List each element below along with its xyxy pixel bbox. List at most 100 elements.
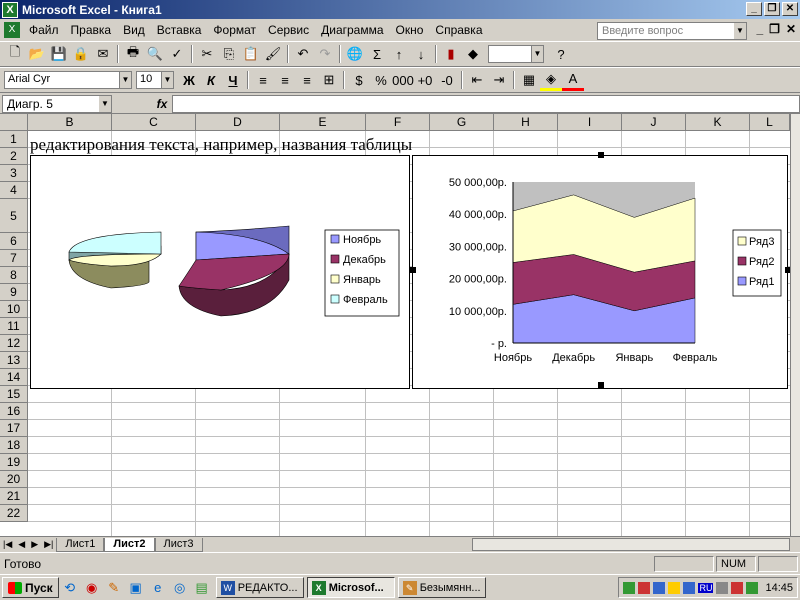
col-header-g[interactable]: G (430, 114, 494, 131)
row-header-20[interactable]: 20 (0, 471, 28, 488)
taskbar-button-paint[interactable]: ✎ Безымянн... (397, 577, 486, 598)
row-header-16[interactable]: 16 (0, 403, 28, 420)
italic-button[interactable]: К (200, 69, 222, 91)
tray-icon-6[interactable] (716, 581, 729, 594)
align-left-icon[interactable]: ≡ (252, 69, 274, 91)
thousands-icon[interactable]: 000 (392, 69, 414, 91)
minimize-button[interactable]: _ (746, 2, 762, 16)
maximize-button[interactable]: ❐ (764, 2, 780, 16)
row-header-10[interactable]: 10 (0, 301, 28, 318)
col-header-e[interactable]: E (280, 114, 366, 131)
row-header-21[interactable]: 21 (0, 488, 28, 505)
col-header-d[interactable]: D (196, 114, 280, 131)
sort-asc-icon[interactable]: ↑ (388, 43, 410, 65)
chevron-down-icon[interactable]: ▼ (99, 95, 111, 112)
area-legend[interactable]: Ряд3 Ряд2 Ряд1 (732, 229, 782, 297)
menu-view[interactable]: Вид (117, 23, 151, 37)
autosum-icon[interactable]: Σ (366, 43, 388, 65)
row-header-5[interactable]: 5 (0, 199, 28, 233)
help-search-input[interactable]: Введите вопрос ▼ (597, 22, 747, 40)
last-sheet-icon[interactable]: ▶| (41, 539, 56, 550)
help-icon[interactable]: ? (550, 43, 572, 65)
decrease-indent-icon[interactable]: ⇤ (466, 69, 488, 91)
fx-icon[interactable]: fx (152, 97, 172, 111)
merge-center-icon[interactable]: ⊞ (318, 69, 340, 91)
tray-icon-2[interactable] (638, 581, 651, 594)
chevron-down-icon[interactable]: ▼ (161, 72, 173, 88)
increase-indent-icon[interactable]: ⇥ (488, 69, 510, 91)
drawing-icon[interactable]: ◆ (462, 43, 484, 65)
percent-icon[interactable]: % (370, 69, 392, 91)
taskbar-button-word[interactable]: W РЕДАКТО... (215, 577, 304, 598)
chevron-down-icon[interactable]: ▼ (531, 46, 543, 62)
hyperlink-icon[interactable]: 🌐 (344, 43, 366, 65)
menu-help[interactable]: Справка (429, 23, 488, 37)
decrease-decimal-icon[interactable]: -0 (436, 69, 458, 91)
zoom-combo[interactable]: ▼ (488, 45, 544, 63)
quicklaunch-icon-6[interactable]: ▤ (191, 577, 213, 599)
underline-button[interactable]: Ч (222, 69, 244, 91)
doc-restore-button[interactable]: ❐ (769, 22, 780, 36)
workbook-icon[interactable]: X (4, 22, 20, 38)
menu-window[interactable]: Окно (390, 23, 430, 37)
row-header-1[interactable]: 1 (0, 131, 28, 148)
fill-color-icon[interactable]: ◈ (540, 69, 562, 91)
tray-icon-3[interactable] (653, 581, 666, 594)
cut-icon[interactable]: ✂ (196, 43, 218, 65)
quicklaunch-icon-5[interactable]: ◎ (169, 577, 191, 599)
quicklaunch-icon-1[interactable]: ⟲ (59, 577, 81, 599)
taskbar-button-excel[interactable]: X Microsof... (306, 577, 395, 598)
formula-input[interactable] (172, 94, 800, 113)
col-header-h[interactable]: H (494, 114, 558, 131)
bold-button[interactable]: Ж (178, 69, 200, 91)
col-header-f[interactable]: F (366, 114, 430, 131)
row-header-18[interactable]: 18 (0, 437, 28, 454)
row-header-14[interactable]: 14 (0, 369, 28, 386)
menu-tools[interactable]: Сервис (262, 23, 315, 37)
col-header-l[interactable]: L (750, 114, 790, 131)
resize-handle-top[interactable] (598, 152, 604, 158)
menu-insert[interactable]: Вставка (151, 23, 208, 37)
resize-handle-left[interactable] (410, 267, 416, 273)
sheet-tab-3[interactable]: Лист3 (154, 537, 203, 552)
row-header-13[interactable]: 13 (0, 352, 28, 369)
start-button[interactable]: Пуск (2, 577, 59, 598)
font-size-select[interactable]: 10 ▼ (136, 71, 174, 89)
print-icon[interactable]: 🖶 (122, 43, 144, 65)
worksheet-grid[interactable]: B C D E F G H I J K L 1 2 3 4 5 6 7 8 9 10 11 12 13 1… (0, 114, 790, 536)
font-select[interactable]: Arial Cyr ▼ (4, 71, 132, 89)
area-chart[interactable]: - р. 10 000,00р. 20 000,00р. 30 000,00р. 40 … (412, 155, 788, 389)
spelling-icon[interactable]: ✓ (166, 43, 188, 65)
row-header-22[interactable]: 22 (0, 505, 28, 522)
resize-handle-bottom[interactable] (598, 382, 604, 388)
menu-chart[interactable]: Диаграмма (315, 23, 389, 37)
chevron-down-icon[interactable]: ▼ (119, 72, 131, 88)
align-center-icon[interactable]: ≡ (274, 69, 296, 91)
prev-sheet-icon[interactable]: ◀ (15, 539, 28, 550)
select-all-corner[interactable] (0, 114, 28, 131)
new-icon[interactable]: 🗋 (4, 43, 26, 65)
sheet-tab-2[interactable]: Лист2 (104, 537, 155, 552)
tray-icon-4[interactable] (668, 581, 681, 594)
horizontal-scrollbar[interactable] (472, 538, 790, 551)
name-box[interactable]: Диагр. 5 ▼ (2, 94, 112, 113)
quicklaunch-icon-2[interactable]: ◉ (81, 577, 103, 599)
row-header-15[interactable]: 15 (0, 386, 28, 403)
row-header-3[interactable]: 3 (0, 165, 28, 182)
tray-icon-5[interactable] (683, 581, 696, 594)
borders-icon[interactable]: ▦ (518, 69, 540, 91)
redo-icon[interactable]: ↷ (314, 43, 336, 65)
row-header-6[interactable]: 6 (0, 233, 28, 250)
menu-edit[interactable]: Правка (65, 23, 118, 37)
open-icon[interactable]: 📂 (26, 43, 48, 65)
tray-icon-1[interactable] (623, 581, 636, 594)
menu-file[interactable]: Файл (23, 23, 65, 37)
quicklaunch-icon-3[interactable]: ✎ (103, 577, 125, 599)
ie-icon[interactable]: e (147, 577, 169, 599)
row-header-7[interactable]: 7 (0, 250, 28, 267)
close-button[interactable]: ✕ (782, 2, 798, 16)
row-header-8[interactable]: 8 (0, 267, 28, 284)
row-header-11[interactable]: 11 (0, 318, 28, 335)
col-header-b[interactable]: B (28, 114, 112, 131)
email-icon[interactable]: ✉ (92, 43, 114, 65)
